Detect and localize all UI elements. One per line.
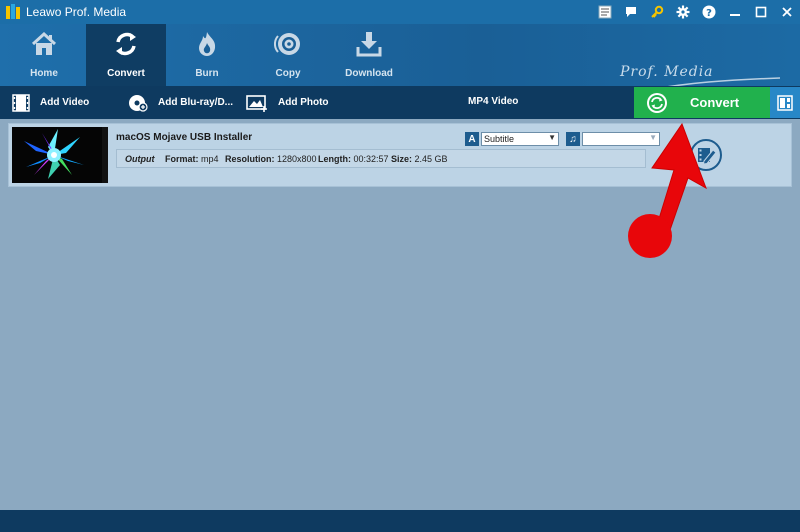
disc-copy-icon (274, 33, 300, 55)
subtitle-value: Subtitle (484, 134, 515, 144)
maximize-icon (755, 6, 767, 18)
burn-icon (199, 32, 216, 56)
nav-home-label: Home (30, 68, 58, 79)
thumbnail-strip (102, 127, 108, 183)
format-label: Format: (165, 154, 199, 164)
chat-icon (626, 7, 636, 17)
red-pointer-arrow-icon (628, 122, 707, 258)
size-info: Size: 2.45 GB (391, 154, 448, 164)
minimize-icon (730, 14, 740, 16)
svg-text:?: ? (706, 8, 712, 19)
app-logo-icon (6, 4, 20, 19)
convert-button-label: Convert (690, 95, 740, 110)
nav-convert[interactable]: Convert (86, 24, 166, 86)
format-value: mp4 (201, 154, 219, 164)
thumbnail-image-icon (12, 127, 102, 183)
status-bar (0, 510, 800, 532)
register-button[interactable] (644, 0, 670, 24)
output-info: Output Format: mp4 Resolution: 1280x800 … (116, 149, 646, 168)
help-icon: ? (702, 5, 716, 19)
maximize-button[interactable] (748, 0, 774, 24)
video-thumbnail[interactable] (12, 127, 108, 183)
music-note-icon: ♫ (566, 132, 580, 146)
format-info: Format: mp4 (165, 154, 219, 164)
nav-download[interactable]: Download (329, 24, 409, 86)
nav-download-label: Download (345, 68, 393, 79)
nav-home[interactable]: Home (4, 24, 84, 86)
size-label: Size: (391, 154, 413, 164)
close-button[interactable] (774, 0, 800, 24)
key-icon (651, 5, 664, 18)
subtitle-selector[interactable]: A Subtitle ▼ (465, 132, 559, 146)
nav-copy-label: Copy (275, 68, 301, 79)
subtitle-dropdown[interactable]: Subtitle ▼ (481, 132, 559, 146)
document-icon (598, 5, 612, 19)
nav-burn[interactable]: Burn (167, 24, 247, 86)
sidebar-toggle-button[interactable] (770, 87, 800, 118)
panel-toggle-icon (777, 94, 793, 111)
nav-burn-label: Burn (195, 68, 219, 79)
subtitle-icon: A (465, 132, 479, 146)
chevron-down-icon: ▼ (548, 133, 556, 142)
film-icon (12, 93, 30, 112)
output-format-selector[interactable]: MP4 Video (468, 96, 518, 107)
convert-refresh-icon (647, 92, 667, 113)
size-value: 2.45 GB (414, 154, 448, 164)
add-video-button[interactable]: Add Video (12, 86, 89, 119)
nav-copy[interactable]: Copy (248, 24, 328, 86)
home-icon (31, 31, 57, 55)
settings-button[interactable] (670, 0, 696, 24)
photo-icon (246, 94, 267, 112)
media-info-button[interactable] (592, 0, 618, 24)
close-icon (782, 7, 792, 17)
add-bluray-button[interactable]: Add Blu-ray/D... (128, 86, 233, 119)
output-label: Output (125, 154, 155, 164)
convert-button[interactable]: Convert (634, 87, 770, 118)
length-label: Length: (318, 154, 351, 164)
add-photo-label: Add Photo (278, 97, 329, 108)
help-button[interactable]: ? (696, 0, 722, 24)
disc-add-icon (129, 94, 148, 112)
length-value: 00:32:57 (353, 154, 389, 164)
length-info: Length: 00:32:57 (318, 154, 389, 164)
convert-icon (116, 32, 136, 56)
download-icon (356, 32, 382, 57)
add-video-label: Add Video (40, 97, 90, 108)
window-title: Leawo Prof. Media (26, 5, 127, 19)
resolution-value: 1280x800 (277, 154, 317, 164)
add-bluray-label: Add Blu-ray/D... (158, 97, 234, 108)
title-bar: Leawo Prof. Media ? (0, 0, 800, 24)
resolution-label: Resolution: (225, 154, 275, 164)
resolution-info: Resolution: 1280x800 (225, 154, 317, 164)
minimize-button[interactable] (722, 0, 748, 24)
gear-icon (676, 5, 690, 19)
nav-convert-label: Convert (107, 68, 145, 79)
window-controls: ? (592, 0, 800, 24)
add-photo-button[interactable]: Add Photo (246, 86, 329, 119)
feedback-button[interactable] (618, 0, 644, 24)
module-nav-bar: Home Convert Burn Copy Download Prof. Me… (0, 24, 800, 99)
file-title: macOS Mojave USB Installer (116, 132, 253, 143)
